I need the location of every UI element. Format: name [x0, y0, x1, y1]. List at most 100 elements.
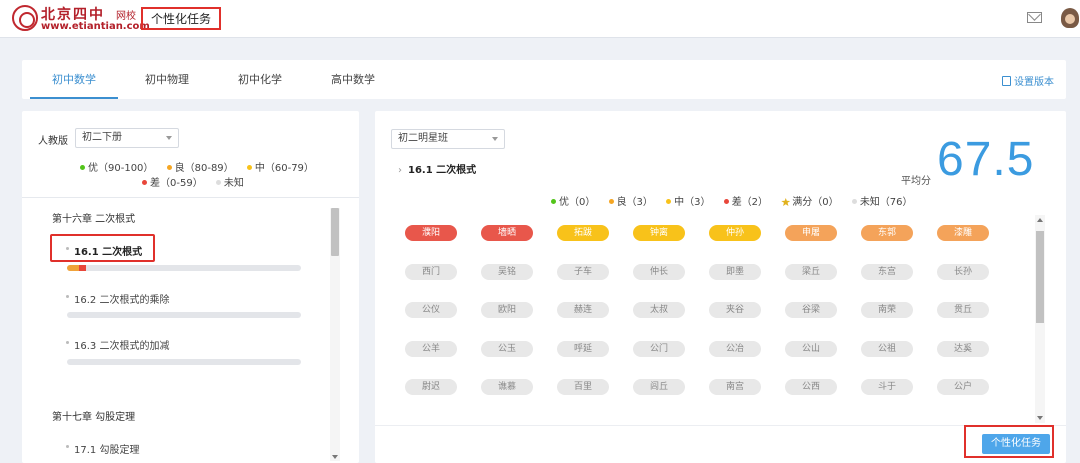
student-pill[interactable]: 西门 — [405, 263, 457, 280]
student-pill[interactable]: 申屠 — [785, 225, 837, 241]
stat-item: 满分（0） — [781, 197, 839, 208]
legend-item: 中（60-79） — [246, 163, 314, 174]
student-pill[interactable]: 子车 — [557, 263, 609, 280]
stat-item: 中（3） — [666, 197, 711, 208]
student-pill[interactable]: 夹谷 — [709, 302, 761, 318]
student-pill[interactable]: 谷梁 — [785, 302, 837, 318]
grade-legend-row2: 差（0-59） 未知 — [142, 174, 254, 189]
section-16-2[interactable]: 16.2 二次根式的乘除 — [66, 291, 169, 306]
bullet-icon — [66, 445, 69, 448]
settings-version-label: 设置版本 — [1014, 77, 1054, 88]
student-pill[interactable]: 斗于 — [861, 379, 913, 395]
tab-junior-math[interactable]: 初中数学 — [30, 60, 118, 99]
volume-select-value: 初二下册 — [82, 132, 122, 143]
student-pill[interactable]: 贯丘 — [937, 302, 989, 318]
progress-poor-segment — [79, 265, 86, 271]
scroll-down-icon[interactable] — [332, 455, 338, 459]
star-icon — [781, 198, 791, 206]
student-pill[interactable]: 濮阳 — [405, 225, 457, 241]
student-pill[interactable]: 东宫 — [861, 263, 913, 280]
student-pill[interactable]: 漆雕 — [937, 225, 989, 241]
chapter-scrollbar[interactable] — [330, 208, 340, 461]
student-pill[interactable]: 墙晒 — [481, 225, 533, 241]
student-pill[interactable]: 闾丘 — [633, 379, 685, 395]
student-pill[interactable]: 仲长 — [633, 263, 685, 280]
unknown-dot-icon — [215, 180, 221, 185]
poor-dot-icon — [142, 180, 147, 185]
student-pill[interactable]: 公冶 — [709, 340, 761, 357]
stat-item: 优（0） — [551, 197, 595, 208]
brand-sub: 网校 — [116, 11, 136, 22]
section-progress-bar — [67, 312, 301, 318]
excellent-dot-icon — [551, 199, 556, 204]
chapter-title[interactable]: 第十七章 勾股定理 — [52, 408, 135, 423]
scroll-down-icon[interactable] — [1037, 416, 1043, 420]
student-scrollbar[interactable] — [1035, 215, 1045, 423]
legend-item: 良（80-89） — [166, 163, 234, 174]
class-select-value: 初二明星班 — [398, 133, 448, 144]
student-pill[interactable]: 公玉 — [481, 340, 533, 357]
student-pill[interactable]: 公门 — [633, 340, 685, 357]
chevron-right-icon: › — [398, 165, 402, 176]
subject-tabs: 初中数学 初中物理 初中化学 高中数学 设置版本 — [22, 60, 1066, 99]
student-pill[interactable]: 南宫 — [709, 379, 761, 395]
student-pill[interactable]: 公羊 — [405, 340, 457, 357]
student-pill[interactable]: 公仪 — [405, 302, 457, 318]
tab-junior-physics[interactable]: 初中物理 — [123, 60, 211, 99]
student-pill[interactable]: 公山 — [785, 340, 837, 357]
student-pill[interactable]: 南荣 — [861, 302, 913, 318]
student-pill[interactable]: 吴铭 — [481, 263, 533, 280]
tab-junior-chemistry[interactable]: 初中化学 — [216, 60, 304, 99]
chevron-down-icon — [166, 136, 172, 140]
chapter-title[interactable]: 第十六章 二次根式 — [52, 210, 135, 225]
mail-icon[interactable] — [1027, 12, 1042, 23]
stat-item: 良（3） — [608, 197, 653, 208]
legend-item: 优（90-100） — [80, 163, 153, 174]
volume-select[interactable]: 初二下册 — [75, 128, 179, 148]
student-pill[interactable]: 赫连 — [557, 302, 609, 318]
avatar[interactable] — [1061, 8, 1079, 28]
scroll-thumb[interactable] — [1036, 231, 1044, 323]
average-label: 平均分 — [901, 176, 931, 187]
class-results-panel: 初二明星班 › 16.1 二次根式 平均分 67.5 优（0） 良（3） 中（3）… — [375, 111, 1066, 463]
school-logo-icon — [12, 5, 38, 31]
student-pill[interactable]: 即墨 — [709, 263, 761, 280]
section-17-1[interactable]: 17.1 勾股定理 — [66, 441, 139, 456]
section-16-3[interactable]: 16.3 二次根式的加减 — [66, 337, 169, 352]
unknown-dot-icon — [851, 199, 857, 204]
poor-dot-icon — [723, 199, 729, 204]
average-score: 67.5 — [937, 133, 1035, 186]
student-grid: 濮阳 墙晒 拓跋 钟离 仲孙 申屠 东郭 漆雕西门 吴铭 子车 仲长 即墨 梁丘 东宫 长孙公仪 欧阳 赫连 太叔… — [389, 215, 1035, 423]
student-pill[interactable]: 尉迟 — [405, 379, 457, 395]
stat-item: 未知（76） — [851, 197, 913, 208]
active-section-highlight — [50, 234, 155, 262]
personalized-task-button[interactable]: 个性化任务 — [982, 434, 1050, 454]
scroll-thumb[interactable] — [331, 208, 339, 256]
student-pill[interactable]: 欧阳 — [481, 302, 533, 318]
brand-url: www.etiantian.com — [41, 21, 150, 32]
tab-senior-math[interactable]: 高中数学 — [309, 60, 397, 99]
student-pill[interactable]: 百里 — [557, 379, 609, 395]
student-pill[interactable]: 谯慕 — [481, 379, 533, 395]
student-pill[interactable]: 仲孙 — [709, 225, 761, 241]
scroll-up-icon[interactable] — [1037, 218, 1043, 222]
student-pill[interactable]: 呼延 — [557, 340, 609, 357]
settings-version-link[interactable]: 设置版本 — [1002, 73, 1054, 88]
chevron-down-icon — [492, 137, 498, 141]
student-pill[interactable]: 公西 — [785, 379, 837, 395]
student-pill[interactable]: 公祖 — [861, 340, 913, 357]
student-pill[interactable]: 公户 — [937, 379, 989, 395]
legend-item: 差（0-59） — [142, 178, 203, 189]
good-dot-icon — [166, 165, 172, 170]
student-pill[interactable]: 钟离 — [633, 225, 685, 241]
divider — [22, 197, 359, 198]
student-pill[interactable]: 达奚 — [937, 340, 989, 357]
student-pill[interactable]: 梁丘 — [785, 263, 837, 280]
student-pill[interactable]: 长孙 — [937, 263, 989, 280]
class-select[interactable]: 初二明星班 — [391, 129, 505, 149]
student-pill[interactable]: 东郭 — [861, 225, 913, 241]
student-pill[interactable]: 太叔 — [633, 302, 685, 318]
student-pill[interactable]: 拓跋 — [557, 225, 609, 241]
fair-dot-icon — [666, 199, 672, 204]
section-progress-bar — [67, 359, 301, 365]
